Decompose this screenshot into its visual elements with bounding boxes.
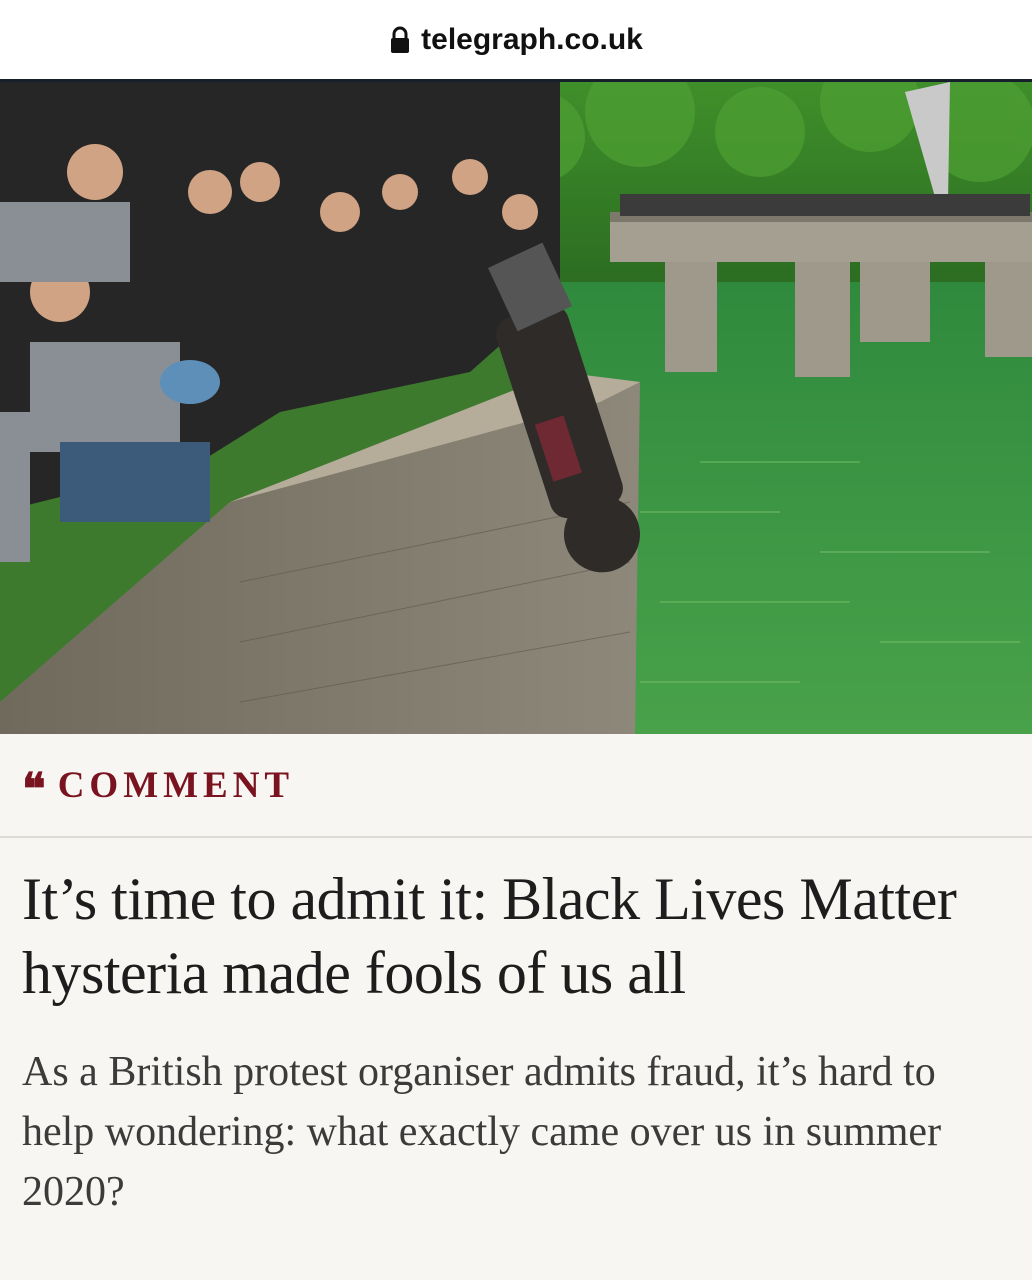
hero-image[interactable] (0, 82, 1032, 734)
lock-icon (389, 26, 411, 54)
article-headline[interactable]: It’s time to admit it: Black Lives Matte… (22, 862, 1010, 1010)
address-bar[interactable]: telegraph.co.uk (0, 0, 1032, 82)
url-text: telegraph.co.uk (421, 22, 643, 56)
quote-marks-icon: ❝ (22, 764, 46, 815)
section-label[interactable]: COMMENT (58, 764, 294, 807)
section-kicker[interactable]: ❝ COMMENT (0, 734, 1032, 838)
article-standfirst: As a British protest organiser admits fr… (22, 1049, 942, 1215)
url-display[interactable]: telegraph.co.uk (389, 23, 643, 57)
hero-illustration (0, 82, 1032, 734)
